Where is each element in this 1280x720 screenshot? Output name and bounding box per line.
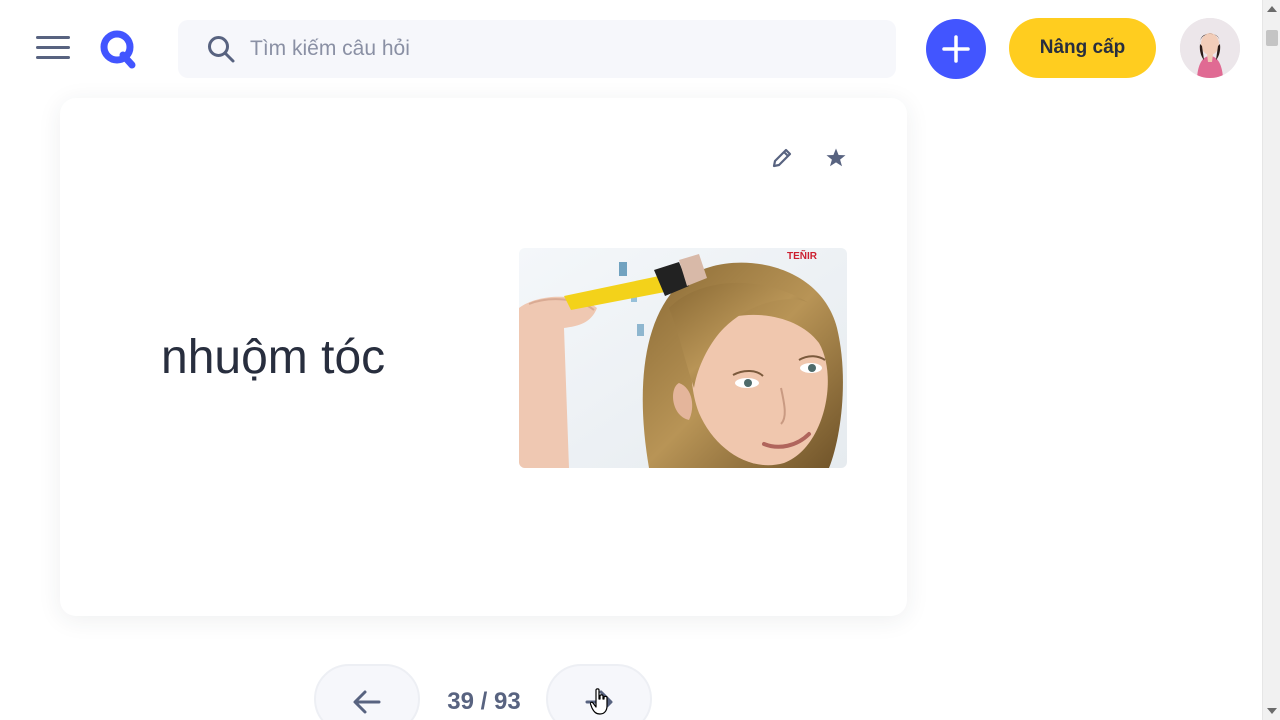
image-watermark: TEÑIR [787,249,818,262]
search-bar[interactable] [178,20,896,78]
create-button[interactable] [926,19,986,79]
quizlet-logo-icon[interactable] [99,29,139,69]
avatar-photo [1180,18,1240,78]
scroll-up-icon[interactable] [1267,6,1277,12]
menu-icon[interactable] [36,36,70,62]
arrow-left-icon [353,690,381,714]
previous-card-button[interactable] [314,664,420,720]
upgrade-button[interactable]: Nâng cấp [1009,18,1156,78]
arrow-right-icon [585,690,613,714]
next-card-button[interactable] [546,664,652,720]
flashcard-term: nhuộm tóc [161,331,386,384]
flashcard-image: TEÑIR [519,248,847,468]
user-avatar[interactable] [1180,18,1240,78]
pencil-icon[interactable] [770,146,794,170]
search-input[interactable] [250,37,850,61]
flashcard[interactable]: nhuộm tóc TEÑIR [60,98,907,616]
upgrade-button-label: Nâng cấp [1039,37,1126,58]
card-counter: 39 / 93 [447,688,521,715]
search-icon [208,36,235,63]
top-navigation-bar: Nâng cấp [0,0,1262,96]
card-pager: 39 / 93 [314,664,654,720]
plus-icon [942,35,970,63]
scroll-down-icon[interactable] [1267,708,1277,714]
scroll-thumb[interactable] [1266,30,1278,46]
star-icon[interactable] [824,146,848,170]
page-scrollbar[interactable] [1262,0,1280,720]
